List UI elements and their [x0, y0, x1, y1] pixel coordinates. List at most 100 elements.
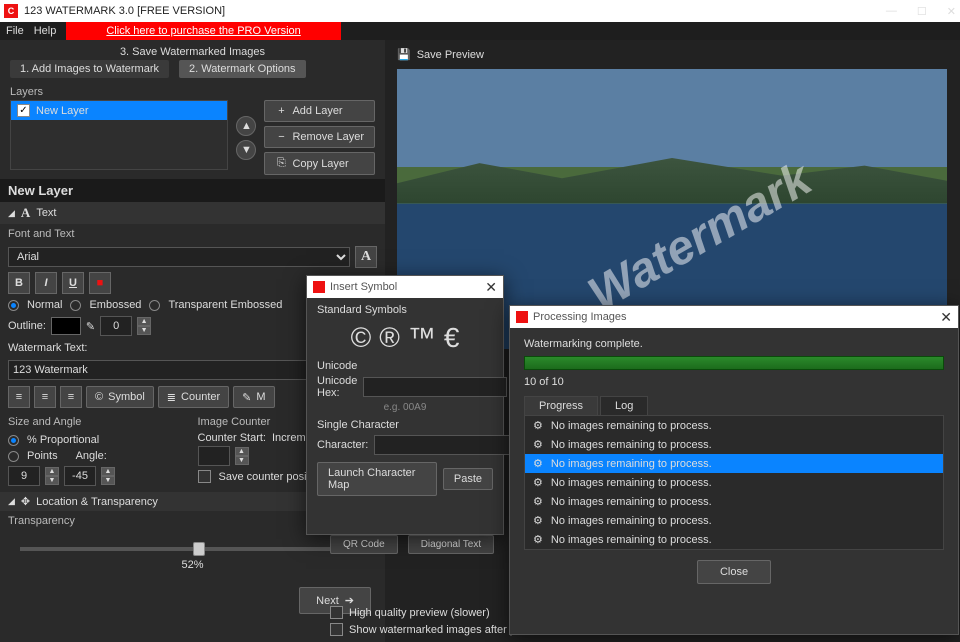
registered-symbol[interactable]: ® — [379, 322, 400, 354]
log-tab[interactable]: Log — [600, 396, 648, 415]
save-preview-label: Save Preview — [417, 49, 484, 61]
menu-help[interactable]: Help — [34, 25, 57, 37]
transparency-slider[interactable] — [20, 547, 365, 551]
purchase-link[interactable]: Click here to purchase the PRO Version — [66, 22, 340, 40]
dialog-close-icon[interactable]: ✕ — [940, 309, 952, 326]
wizard-step-3[interactable]: 3. Save Watermarked Images — [10, 46, 375, 58]
font-and-text-label: Font and Text — [0, 224, 385, 244]
app-logo-icon: C — [4, 4, 18, 18]
watermark-text-label: Watermark Text: — [8, 342, 87, 354]
menubar: File Help Click here to purchase the PRO… — [0, 22, 960, 40]
minus-icon: − — [275, 131, 287, 143]
align-center-button[interactable]: ≡ — [34, 386, 56, 408]
progress-tab[interactable]: Progress — [524, 396, 598, 415]
add-layer-button[interactable]: +Add Layer — [264, 100, 375, 122]
progress-count: 10 of 10 — [524, 376, 944, 388]
counter-button[interactable]: ≣Counter — [158, 386, 229, 408]
gear-icon: ⚙ — [533, 495, 543, 508]
log-item[interactable]: ⚙No images remaining to process. — [525, 530, 943, 549]
dialog-logo-icon — [516, 311, 528, 323]
save-icon[interactable]: 💾 — [397, 48, 411, 61]
move-icon: ✥ — [21, 495, 30, 508]
log-item[interactable]: ⚙No images remaining to process. — [525, 454, 943, 473]
progress-bar — [524, 356, 944, 370]
copy-icon: ⎘ — [275, 157, 287, 170]
log-item[interactable]: ⚙No images remaining to process. — [525, 435, 943, 454]
eyedropper-icon[interactable]: ✎ — [86, 320, 95, 333]
font-picker-button[interactable]: A — [355, 246, 377, 268]
outline-width-input[interactable] — [100, 316, 132, 336]
unicode-label: Unicode — [317, 360, 493, 372]
save-counter-checkbox[interactable] — [198, 470, 211, 483]
qr-code-button[interactable]: QR Code — [330, 535, 398, 554]
size-input[interactable] — [8, 466, 40, 486]
gear-icon: ⚙ — [533, 438, 543, 451]
character-input[interactable] — [374, 435, 518, 455]
layer-list[interactable]: ✓ New Layer — [10, 100, 228, 170]
wizard-step-2[interactable]: 2. Watermark Options — [179, 60, 306, 78]
trademark-symbol[interactable]: ™ — [408, 322, 436, 354]
align-left-button[interactable]: ≡ — [8, 386, 30, 408]
copyright-icon: © — [95, 391, 103, 403]
dialog-close-icon[interactable]: ✕ — [485, 279, 497, 296]
align-right-button[interactable]: ≡ — [60, 386, 82, 408]
minimize-icon[interactable]: — — [886, 5, 897, 18]
diagonal-text-button[interactable]: Diagonal Text — [408, 535, 494, 554]
points-radio[interactable] — [8, 451, 19, 462]
angle-input[interactable] — [64, 466, 96, 486]
log-item[interactable]: ⚙No images remaining to process. — [525, 416, 943, 435]
layers-label: Layers — [10, 86, 375, 98]
copy-layer-button[interactable]: ⎘Copy Layer — [264, 152, 375, 175]
spin-down[interactable]: ▼ — [137, 326, 151, 335]
slider-thumb[interactable] — [193, 542, 205, 556]
text-color-button[interactable]: ■ — [89, 272, 111, 294]
gear-icon: ⚙ — [533, 476, 543, 489]
layer-item[interactable]: ✓ New Layer — [11, 101, 227, 120]
log-item[interactable]: ⚙No images remaining to process. — [525, 511, 943, 530]
spin-up[interactable]: ▲ — [137, 317, 151, 326]
m-button[interactable]: ✎M — [233, 386, 274, 408]
close-icon[interactable]: ✕ — [947, 5, 956, 18]
layer-up-button[interactable]: ▲ — [236, 116, 256, 136]
euro-symbol[interactable]: € — [444, 322, 460, 354]
bold-button[interactable]: B — [8, 272, 30, 294]
outline-color[interactable] — [51, 317, 81, 335]
standard-symbols-label: Standard Symbols — [317, 304, 493, 316]
edit-icon: ✎ — [242, 391, 251, 404]
layer-name-header: New Layer — [0, 179, 385, 202]
layer-down-button[interactable]: ▼ — [236, 140, 256, 160]
processing-status: Watermarking complete. — [524, 338, 944, 350]
underline-button[interactable]: U — [62, 272, 84, 294]
maximize-icon[interactable]: ☐ — [917, 5, 927, 18]
layer-item-label: New Layer — [36, 105, 89, 117]
menu-file[interactable]: File — [6, 25, 24, 37]
gear-icon: ⚙ — [533, 533, 543, 546]
collapse-icon: ◢ — [8, 496, 15, 507]
layer-checkbox[interactable]: ✓ — [17, 104, 30, 117]
symbol-button[interactable]: ©Symbol — [86, 386, 154, 408]
italic-button[interactable]: I — [35, 272, 57, 294]
paste-button[interactable]: Paste — [443, 468, 493, 490]
log-item[interactable]: ⚙No images remaining to process. — [525, 492, 943, 511]
processing-images-dialog: Processing Images✕ Watermarking complete… — [509, 305, 959, 635]
launch-charmap-button[interactable]: Launch Character Map — [317, 462, 437, 496]
style-embossed-radio[interactable] — [70, 300, 81, 311]
style-normal-radio[interactable] — [8, 300, 19, 311]
counter-start-input[interactable] — [198, 446, 230, 466]
log-item[interactable]: ⚙No images remaining to process. — [525, 473, 943, 492]
text-accordion[interactable]: ◢ A Text — [0, 202, 385, 224]
show-wm-checkbox[interactable] — [330, 623, 343, 636]
remove-layer-button[interactable]: −Remove Layer — [264, 126, 375, 148]
copyright-symbol[interactable]: © — [351, 322, 372, 354]
counter-icon: ≣ — [167, 391, 176, 404]
style-trans-embossed-radio[interactable] — [149, 300, 160, 311]
wizard-step-1[interactable]: 1. Add Images to Watermark — [10, 60, 169, 78]
font-select[interactable]: Arial — [8, 247, 350, 267]
close-button[interactable]: Close — [697, 560, 771, 584]
transparency-value: 52% — [20, 559, 365, 571]
unicode-hex-input[interactable] — [363, 377, 507, 397]
proportional-radio[interactable] — [8, 435, 19, 446]
window-title: 123 WATERMARK 3.0 [FREE VERSION] — [24, 5, 225, 17]
hq-preview-checkbox[interactable] — [330, 606, 343, 619]
progress-log[interactable]: ⚙No images remaining to process.⚙No imag… — [524, 415, 944, 550]
